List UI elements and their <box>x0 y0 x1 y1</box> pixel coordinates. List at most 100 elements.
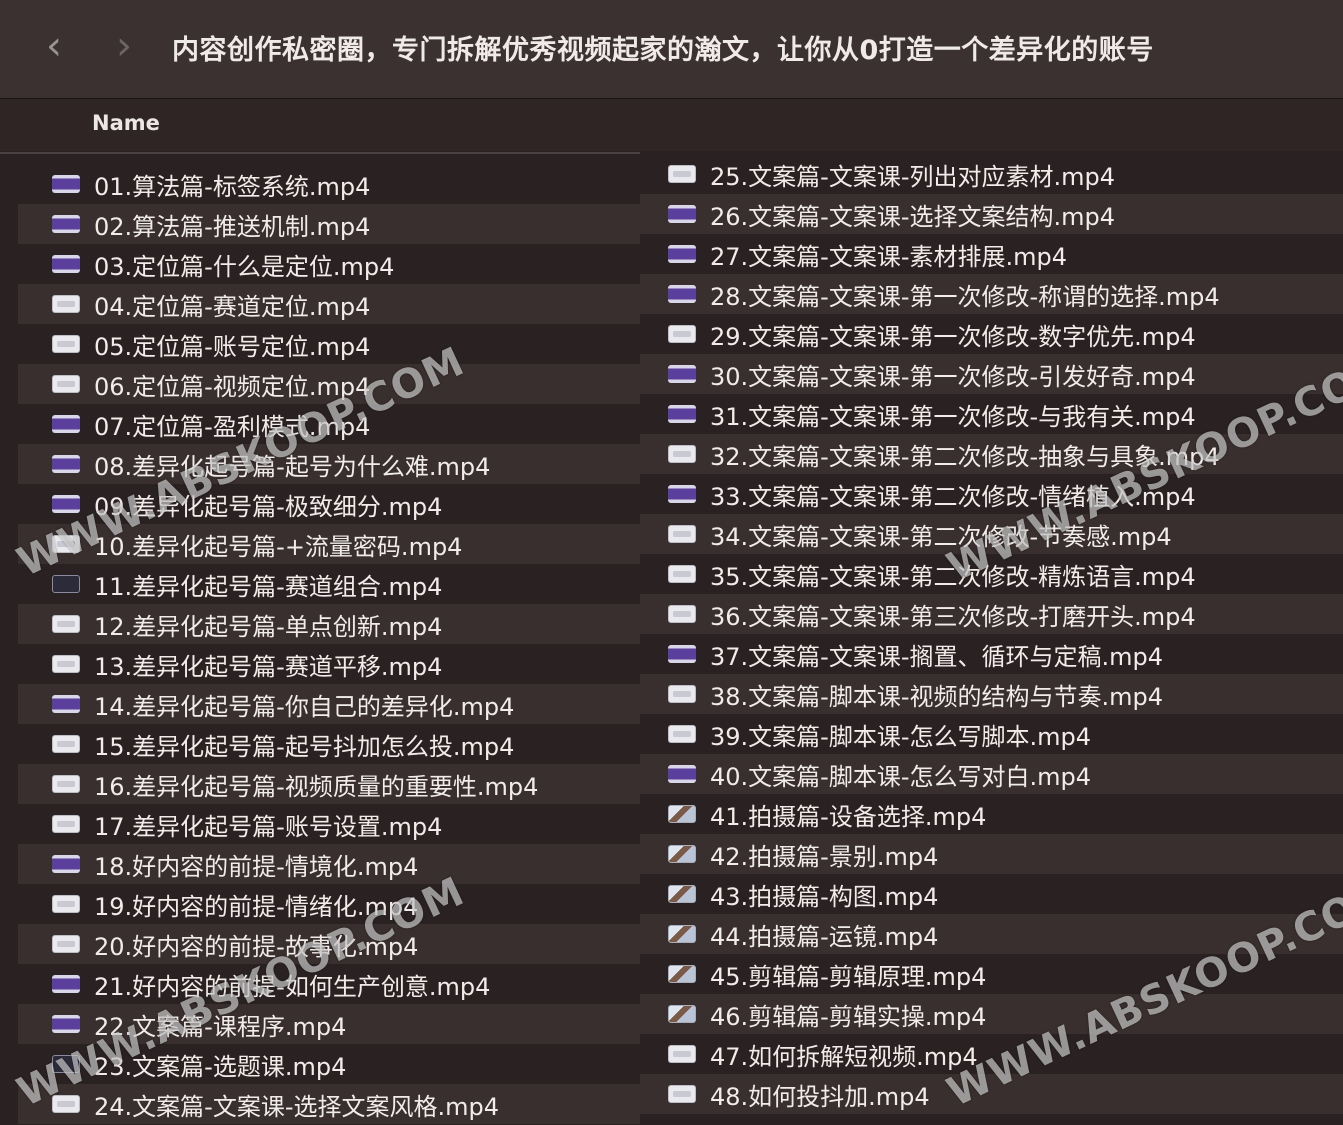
file-row[interactable]: 18.好内容的前提-情境化.mp4 <box>18 844 640 884</box>
file-row[interactable]: 48.如何投抖加.mp4 <box>640 1074 1343 1114</box>
file-name: 24.文案篇-文案课-选择文案风格.mp4 <box>94 1092 499 1121</box>
video-file-icon <box>668 1045 696 1063</box>
file-list-right: 25.文案篇-文案课-列出对应素材.mp4 26.文案篇-文案课-选择文案结构.m… <box>640 154 1343 1114</box>
file-row[interactable]: 34.文案篇-文案课-第二次修改-节奏感.mp4 <box>640 514 1343 554</box>
header-divider <box>0 152 640 154</box>
file-name: 38.文案篇-脚本课-视频的结构与节奏.mp4 <box>710 682 1163 711</box>
file-name: 29.文案篇-文案课-第一次修改-数字优先.mp4 <box>710 322 1196 351</box>
file-row[interactable]: 15.差异化起号篇-起号抖加怎么投.mp4 <box>18 724 640 764</box>
forward-button[interactable]: › <box>106 24 142 68</box>
file-row[interactable]: 19.好内容的前提-情绪化.mp4 <box>18 884 640 924</box>
video-file-icon <box>52 775 80 793</box>
video-file-icon <box>668 485 696 503</box>
file-row[interactable]: 37.文案篇-文案课-搁置、循环与定稿.mp4 <box>640 634 1343 674</box>
file-row[interactable]: 45.剪辑篇-剪辑原理.mp4 <box>640 954 1343 994</box>
file-name: 01.算法篇-标签系统.mp4 <box>94 172 371 201</box>
file-row[interactable]: 44.拍摄篇-运镜.mp4 <box>640 914 1343 954</box>
file-row[interactable]: 40.文案篇-脚本课-怎么写对白.mp4 <box>640 754 1343 794</box>
file-name: 25.文案篇-文案课-列出对应素材.mp4 <box>710 162 1115 191</box>
file-name: 42.拍摄篇-景别.mp4 <box>710 842 939 871</box>
file-row[interactable]: 16.差异化起号篇-视频质量的重要性.mp4 <box>18 764 640 804</box>
file-row[interactable]: 14.差异化起号篇-你自己的差异化.mp4 <box>18 684 640 724</box>
file-name: 03.定位篇-什么是定位.mp4 <box>94 252 395 281</box>
file-row[interactable]: 31.文案篇-文案课-第一次修改-与我有关.mp4 <box>640 394 1343 434</box>
video-file-icon <box>52 295 80 313</box>
file-row[interactable]: 22.文案篇-课程序.mp4 <box>18 1004 640 1044</box>
file-row[interactable]: 11.差异化起号篇-赛道组合.mp4 <box>18 564 640 604</box>
file-row[interactable]: 04.定位篇-赛道定位.mp4 <box>18 284 640 324</box>
file-row[interactable]: 01.算法篇-标签系统.mp4 <box>18 164 640 204</box>
file-row[interactable]: 26.文案篇-文案课-选择文案结构.mp4 <box>640 194 1343 234</box>
video-file-icon <box>668 605 696 623</box>
file-row[interactable]: 20.好内容的前提-故事化.mp4 <box>18 924 640 964</box>
file-name: 37.文案篇-文案课-搁置、循环与定稿.mp4 <box>710 642 1163 671</box>
file-row[interactable]: 46.剪辑篇-剪辑实操.mp4 <box>640 994 1343 1034</box>
file-row[interactable]: 07.定位篇-盈利模式.mp4 <box>18 404 640 444</box>
video-file-icon <box>52 695 80 713</box>
file-row[interactable]: 38.文案篇-脚本课-视频的结构与节奏.mp4 <box>640 674 1343 714</box>
file-name: 46.剪辑篇-剪辑实操.mp4 <box>710 1002 987 1031</box>
file-row[interactable]: 28.文案篇-文案课-第一次修改-称谓的选择.mp4 <box>640 274 1343 314</box>
file-row[interactable]: 42.拍摄篇-景别.mp4 <box>640 834 1343 874</box>
video-file-icon <box>668 885 696 903</box>
file-name: 28.文案篇-文案课-第一次修改-称谓的选择.mp4 <box>710 282 1220 311</box>
file-list-left: 01.算法篇-标签系统.mp4 02.算法篇-推送机制.mp4 03.定位篇-什么是… <box>18 164 640 1124</box>
file-row[interactable]: 33.文案篇-文案课-第二次修改-情绪植入.mp4 <box>640 474 1343 514</box>
file-name: 30.文案篇-文案课-第一次修改-引发好奇.mp4 <box>710 362 1196 391</box>
file-row[interactable]: 09.差异化起号篇-极致细分.mp4 <box>18 484 640 524</box>
video-file-icon <box>668 645 696 663</box>
video-file-icon <box>668 285 696 303</box>
file-row[interactable]: 41.拍摄篇-设备选择.mp4 <box>640 794 1343 834</box>
file-name: 21.好内容的前提-如何生产创意.mp4 <box>94 972 491 1001</box>
file-name: 16.差异化起号篇-视频质量的重要性.mp4 <box>94 772 539 801</box>
file-name: 06.定位篇-视频定位.mp4 <box>94 372 371 401</box>
file-name: 05.定位篇-账号定位.mp4 <box>94 332 371 361</box>
file-name: 44.拍摄篇-运镜.mp4 <box>710 922 939 951</box>
file-name: 11.差异化起号篇-赛道组合.mp4 <box>94 572 443 601</box>
file-row[interactable]: 10.差异化起号篇-+流量密码.mp4 <box>18 524 640 564</box>
file-name: 10.差异化起号篇-+流量密码.mp4 <box>94 532 463 561</box>
video-file-icon <box>52 255 80 273</box>
file-row[interactable]: 35.文案篇-文案课-第二次修改-精炼语言.mp4 <box>640 554 1343 594</box>
file-name: 13.差异化起号篇-赛道平移.mp4 <box>94 652 443 681</box>
file-row[interactable]: 36.文案篇-文案课-第三次修改-打磨开头.mp4 <box>640 594 1343 634</box>
list-header: Name <box>0 99 1343 151</box>
window-title: 内容创作私密圈，专门拆解优秀视频起家的瀚文，让你从0打造一个差异化的账号 <box>172 35 1154 66</box>
video-file-icon <box>52 1015 80 1033</box>
back-button[interactable]: ‹ <box>36 24 72 68</box>
video-file-icon <box>668 725 696 743</box>
file-row[interactable]: 24.文案篇-文案课-选择文案风格.mp4 <box>18 1084 640 1124</box>
file-row[interactable]: 29.文案篇-文案课-第一次修改-数字优先.mp4 <box>640 314 1343 354</box>
file-row[interactable]: 30.文案篇-文案课-第一次修改-引发好奇.mp4 <box>640 354 1343 394</box>
file-row[interactable]: 27.文案篇-文案课-素材排展.mp4 <box>640 234 1343 274</box>
file-row[interactable]: 02.算法篇-推送机制.mp4 <box>18 204 640 244</box>
file-name: 43.拍摄篇-构图.mp4 <box>710 882 939 911</box>
file-row[interactable]: 32.文案篇-文案课-第二次修改-抽象与具象.mp4 <box>640 434 1343 474</box>
file-row[interactable]: 03.定位篇-什么是定位.mp4 <box>18 244 640 284</box>
file-row[interactable]: 47.如何拆解短视频.mp4 <box>640 1034 1343 1074</box>
file-row[interactable]: 43.拍摄篇-构图.mp4 <box>640 874 1343 914</box>
file-row[interactable]: 06.定位篇-视频定位.mp4 <box>18 364 640 404</box>
file-row[interactable]: 39.文案篇-脚本课-怎么写脚本.mp4 <box>640 714 1343 754</box>
file-row[interactable]: 08.差异化起号篇-起号为什么难.mp4 <box>18 444 640 484</box>
video-file-icon <box>52 1055 80 1073</box>
video-file-icon <box>668 245 696 263</box>
file-row[interactable]: 23.文案篇-选题课.mp4 <box>18 1044 640 1084</box>
file-name: 32.文案篇-文案课-第二次修改-抽象与具象.mp4 <box>710 442 1220 471</box>
file-row[interactable]: 05.定位篇-账号定位.mp4 <box>18 324 640 364</box>
video-file-icon <box>52 655 80 673</box>
file-name: 39.文案篇-脚本课-怎么写脚本.mp4 <box>710 722 1091 751</box>
file-row[interactable]: 13.差异化起号篇-赛道平移.mp4 <box>18 644 640 684</box>
file-name: 02.算法篇-推送机制.mp4 <box>94 212 371 241</box>
file-row[interactable]: 25.文案篇-文案课-列出对应素材.mp4 <box>640 154 1343 194</box>
file-name: 48.如何投抖加.mp4 <box>710 1082 930 1111</box>
chevron-right-icon: › <box>116 23 132 69</box>
file-row[interactable]: 21.好内容的前提-如何生产创意.mp4 <box>18 964 640 1004</box>
video-file-icon <box>52 455 80 473</box>
file-name: 36.文案篇-文案课-第三次修改-打磨开头.mp4 <box>710 602 1196 631</box>
video-file-icon <box>52 935 80 953</box>
name-column-header[interactable]: Name <box>92 111 160 135</box>
file-name: 09.差异化起号篇-极致细分.mp4 <box>94 492 443 521</box>
file-row[interactable]: 17.差异化起号篇-账号设置.mp4 <box>18 804 640 844</box>
file-row[interactable]: 12.差异化起号篇-单点创新.mp4 <box>18 604 640 644</box>
